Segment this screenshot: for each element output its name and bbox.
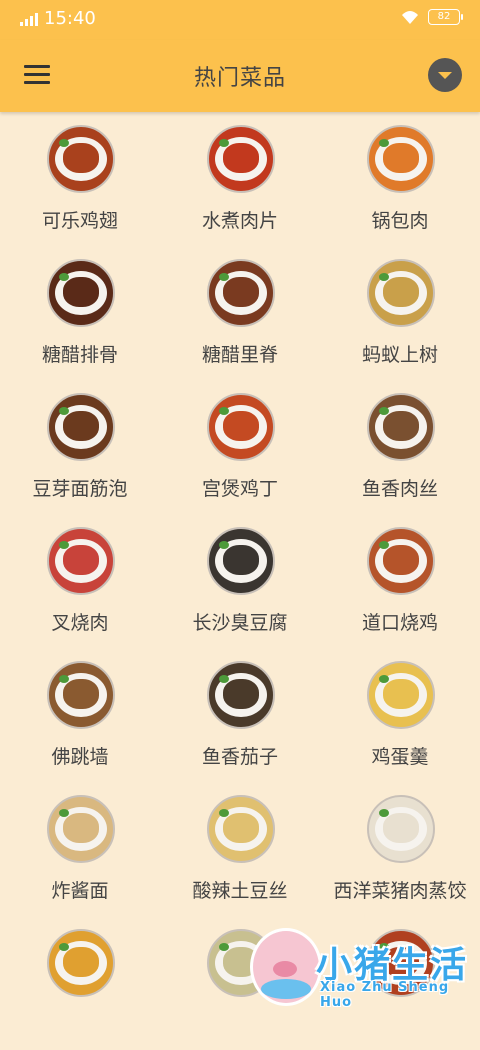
dish-name: 蚂蚁上树 xyxy=(361,344,438,366)
dish-item[interactable]: 蚂蚁上树 xyxy=(320,246,480,380)
battery-icon: 82 xyxy=(428,9,463,25)
dish-image xyxy=(47,795,115,863)
dish-image xyxy=(207,527,275,595)
status-left: 15:40 xyxy=(20,8,96,29)
dish-name: 宫煲鸡丁 xyxy=(201,478,278,500)
dish-image xyxy=(367,393,435,461)
dish-image xyxy=(207,393,275,461)
dish-image xyxy=(47,125,115,193)
dish-image xyxy=(207,661,275,729)
dish-name: 鸡蛋羹 xyxy=(371,746,429,768)
dish-image xyxy=(47,661,115,729)
status-bar: 15:40 82 xyxy=(0,0,480,40)
dish-image xyxy=(47,259,115,327)
dish-image xyxy=(367,125,435,193)
dish-item[interactable]: 宫煲鸡丁 xyxy=(160,380,320,514)
dish-item[interactable] xyxy=(0,916,160,1050)
status-right: 82 xyxy=(400,9,463,25)
dish-image xyxy=(367,795,435,863)
app-bar: 热门菜品 xyxy=(0,40,480,112)
dish-name: 道口烧鸡 xyxy=(361,612,438,634)
dish-image xyxy=(367,527,435,595)
dish-name: 可乐鸡翅 xyxy=(41,210,118,232)
watermark-subtitle: Xiao Zhu Sheng Huo xyxy=(320,980,450,1010)
dish-name: 糖醋排骨 xyxy=(41,344,118,366)
dish-name: 豆芽面筋泡 xyxy=(32,478,128,500)
dish-item[interactable]: 糖醋里脊 xyxy=(160,246,320,380)
status-time: 15:40 xyxy=(44,8,96,29)
dish-item[interactable]: 水煮肉片 xyxy=(160,112,320,246)
dish-item[interactable]: 鱼香肉丝 xyxy=(320,380,480,514)
dish-item[interactable]: 鱼香茄子 xyxy=(160,648,320,782)
dish-item[interactable]: 锅包肉 xyxy=(320,112,480,246)
dish-item[interactable]: 佛跳墙 xyxy=(0,648,160,782)
dish-name: 锅包肉 xyxy=(371,210,429,232)
dish-image xyxy=(207,125,275,193)
dish-name: 鱼香肉丝 xyxy=(361,478,438,500)
dish-name: 叉烧肉 xyxy=(51,612,109,634)
dish-image xyxy=(207,795,275,863)
dish-image xyxy=(367,259,435,327)
dish-name: 酸辣土豆丝 xyxy=(192,880,288,902)
dish-item[interactable]: 酸辣土豆丝 xyxy=(160,782,320,916)
dish-name: 鱼香茄子 xyxy=(201,746,278,768)
dish-image xyxy=(367,661,435,729)
dish-name: 糖醋里脊 xyxy=(201,344,278,366)
dish-item[interactable]: 叉烧肉 xyxy=(0,514,160,648)
dish-name: 炸酱面 xyxy=(51,880,109,902)
dish-name: 佛跳墙 xyxy=(51,746,109,768)
dish-image xyxy=(47,929,115,997)
dish-item[interactable]: 道口烧鸡 xyxy=(320,514,480,648)
dish-item[interactable]: 西洋菜猪肉蒸饺 xyxy=(320,782,480,916)
dish-image xyxy=(207,259,275,327)
dish-item[interactable]: 可乐鸡翅 xyxy=(0,112,160,246)
dish-item[interactable]: 长沙臭豆腐 xyxy=(160,514,320,648)
dish-name: 西洋菜猪肉蒸饺 xyxy=(333,880,467,902)
dish-name: 水煮肉片 xyxy=(201,210,278,232)
dish-item[interactable]: 炸酱面 xyxy=(0,782,160,916)
dish-image xyxy=(47,393,115,461)
dish-image xyxy=(47,527,115,595)
watermark-logo: 小猪生活 Xiao Zhu Sheng Huo xyxy=(250,928,480,1010)
dish-item[interactable]: 糖醋排骨 xyxy=(0,246,160,380)
dish-name: 长沙臭豆腐 xyxy=(192,612,288,634)
signal-icon xyxy=(20,12,38,26)
dish-item[interactable]: 鸡蛋羹 xyxy=(320,648,480,782)
dropdown-button[interactable] xyxy=(428,58,462,92)
page-title: 热门菜品 xyxy=(193,66,286,91)
wifi-icon xyxy=(402,11,418,24)
pig-mascot-icon xyxy=(250,928,322,1006)
dish-item[interactable]: 豆芽面筋泡 xyxy=(0,380,160,514)
